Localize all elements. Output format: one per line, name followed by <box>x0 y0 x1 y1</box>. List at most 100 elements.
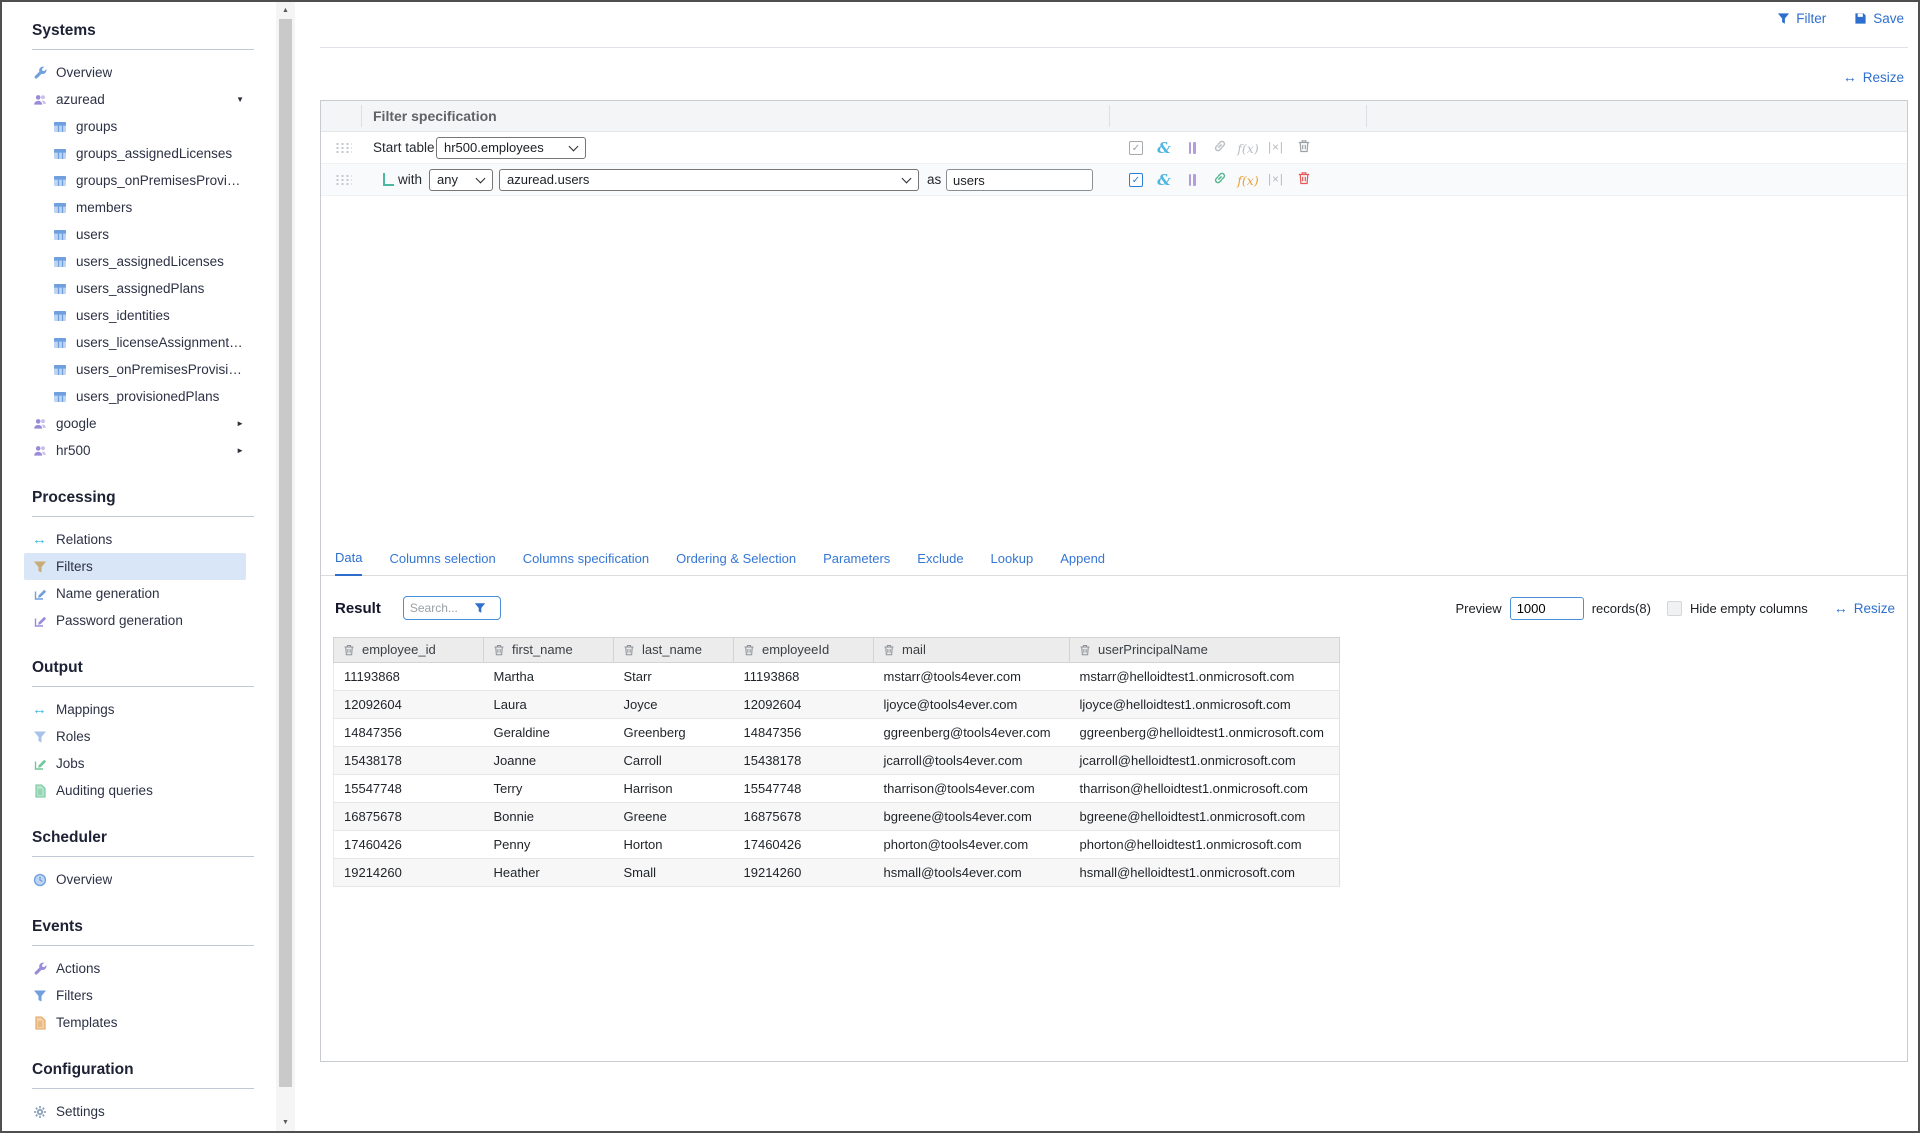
with-table-select[interactable]: azuread.users <box>499 169 919 191</box>
sidebar-item-variables[interactable]: Variables <box>24 1125 246 1131</box>
delete-row-button[interactable] <box>1296 140 1312 156</box>
sidebar-item-roles[interactable]: Roles <box>24 723 246 750</box>
chevron-down-icon[interactable]: ▼ <box>236 95 246 104</box>
sidebar-item-overview[interactable]: Overview <box>24 59 246 86</box>
sidebar-item-filters[interactable]: Filters <box>24 982 246 1009</box>
tab-columns-selection[interactable]: Columns selection <box>389 551 495 575</box>
scroll-up-icon[interactable]: ▲ <box>276 7 295 14</box>
sidebar-item-groups[interactable]: groups <box>24 113 246 140</box>
sidebar-item-label: users_provisionedPlans <box>76 389 219 404</box>
tab-exclude[interactable]: Exclude <box>917 551 963 575</box>
tab-ordering-selection[interactable]: Ordering & Selection <box>676 551 796 575</box>
sidebar-item-groups-assignedlicenses[interactable]: groups_assignedLicenses <box>24 140 246 167</box>
filter-button[interactable]: Filter <box>1777 11 1826 26</box>
sidebar-item-settings[interactable]: Settings <box>24 1098 246 1125</box>
row-enabled-checkbox[interactable]: ✓ <box>1128 140 1144 156</box>
pipe-button[interactable] <box>1184 140 1200 156</box>
preview-count-input[interactable] <box>1510 597 1584 620</box>
sidebar-item-label: Password generation <box>56 613 183 628</box>
filter-button-label: Filter <box>1796 11 1826 26</box>
search-input[interactable] <box>410 601 474 615</box>
tab-bar: Data Columns selection Columns specificati… <box>321 545 1907 576</box>
and-condition-button[interactable]: & <box>1156 140 1172 156</box>
sidebar-item-templates[interactable]: Templates <box>24 1009 246 1036</box>
trash-icon[interactable] <box>623 644 635 659</box>
sidebar-item-users[interactable]: users <box>24 221 246 248</box>
and-condition-button[interactable]: & <box>1156 172 1172 188</box>
sidebar-item-auditing-queries[interactable]: Auditing queries <box>24 777 246 804</box>
bounds-button[interactable]: |×| <box>1268 140 1284 156</box>
sidebar-scrollbar[interactable]: ▲ ▼ <box>276 2 295 1131</box>
table-cell: hsmall@tools4ever.com <box>874 859 1070 887</box>
sidebar-item-users-licenseassignmentstat-[interactable]: users_licenseAssignmentStat... <box>24 329 246 356</box>
sidebar-item-overview[interactable]: Overview <box>24 866 246 893</box>
drag-handle-icon[interactable] <box>335 174 352 186</box>
filter-row-with: with any azuread.users as ✓&f(x)|×| <box>321 164 1907 196</box>
scroll-down-icon[interactable]: ▼ <box>276 1119 295 1126</box>
hide-empty-columns-checkbox[interactable] <box>1667 601 1682 616</box>
table-cell: 17460426 <box>334 831 484 859</box>
delete-row-button[interactable] <box>1296 172 1312 188</box>
resize-link-result[interactable]: ↔ Resize <box>1834 600 1895 616</box>
drag-handle-icon[interactable] <box>335 142 352 154</box>
topbar: Filter Save <box>1777 11 1904 26</box>
sidebar-section-title: Processing <box>32 489 254 517</box>
table-cell: 19214260 <box>734 859 874 887</box>
sidebar-item-filters[interactable]: Filters <box>24 553 246 580</box>
sidebar-item-relations[interactable]: ↔Relations <box>24 526 246 553</box>
table-row: 16875678BonnieGreene16875678bgreene@tool… <box>334 803 1340 831</box>
sidebar-item-users-provisionedplans[interactable]: users_provisionedPlans <box>24 383 246 410</box>
sidebar-item-label: Auditing queries <box>56 783 153 798</box>
trash-icon <box>1297 171 1311 190</box>
function-button[interactable]: f(x) <box>1240 172 1256 188</box>
sidebar-item-users-onpremisesprovisionin-[interactable]: users_onPremisesProvisionin... <box>24 356 246 383</box>
table-icon <box>52 173 67 188</box>
tab-append[interactable]: Append <box>1060 551 1105 575</box>
trash-icon[interactable] <box>743 644 755 659</box>
sidebar-item-jobs[interactable]: Jobs <box>24 750 246 777</box>
start-table-select[interactable]: hr500.employees <box>436 137 586 159</box>
link-button[interactable] <box>1212 140 1228 156</box>
row-enabled-checkbox[interactable]: ✓ <box>1128 172 1144 188</box>
sidebar-item-google[interactable]: google► <box>24 410 246 437</box>
trash-icon[interactable] <box>883 644 895 659</box>
sidebar-item-members[interactable]: members <box>24 194 246 221</box>
table-cell: 16875678 <box>334 803 484 831</box>
enabled-checkbox: ✓ <box>1129 141 1143 155</box>
pipe-button[interactable] <box>1184 172 1200 188</box>
alias-input[interactable] <box>946 169 1093 191</box>
search-funnel-icon[interactable] <box>474 602 486 614</box>
sidebar-item-hr500[interactable]: hr500► <box>24 437 246 464</box>
resize-link-top[interactable]: ↔ Resize <box>1843 69 1904 85</box>
trash-icon[interactable] <box>493 644 505 659</box>
sidebar-item-password-generation[interactable]: Password generation <box>24 607 246 634</box>
save-button[interactable]: Save <box>1854 11 1904 26</box>
tab-parameters[interactable]: Parameters <box>823 551 890 575</box>
function-button[interactable]: f(x) <box>1240 140 1256 156</box>
bounds-button[interactable]: |×| <box>1268 172 1284 188</box>
sidebar-item-groups-onpremisesprovision-[interactable]: groups_onPremisesProvision... <box>24 167 246 194</box>
operator-select[interactable]: any <box>429 169 493 191</box>
sidebar-item-users-assignedlicenses[interactable]: users_assignedLicenses <box>24 248 246 275</box>
sidebar-item-actions[interactable]: Actions <box>24 955 246 982</box>
sidebar-item-azuread[interactable]: azuread▼ <box>24 86 246 113</box>
tab-columns-specification[interactable]: Columns specification <box>523 551 649 575</box>
chevron-right-icon[interactable]: ► <box>236 446 246 455</box>
trash-icon[interactable] <box>1079 644 1091 659</box>
scrollbar-thumb[interactable] <box>279 19 292 1087</box>
start-table-select-value: hr500.employees <box>444 140 544 155</box>
sidebar-item-mappings[interactable]: ↔Mappings <box>24 696 246 723</box>
tab-data[interactable]: Data <box>335 550 362 576</box>
sidebar-item-name-generation[interactable]: Name generation <box>24 580 246 607</box>
link-button[interactable] <box>1212 172 1228 188</box>
sidebar-item-users-identities[interactable]: users_identities <box>24 302 246 329</box>
table-cell: jcarroll@helloidtest1.onmicrosoft.com <box>1070 747 1340 775</box>
sidebar-item-users-assignedplans[interactable]: users_assignedPlans <box>24 275 246 302</box>
resize-link-label: Resize <box>1854 601 1895 616</box>
tab-lookup[interactable]: Lookup <box>991 551 1034 575</box>
trash-icon[interactable] <box>343 644 355 659</box>
sidebar-section-title: Systems <box>32 22 254 50</box>
sidebar-item-label: Relations <box>56 532 112 547</box>
sidebar-section: Processing↔RelationsFiltersName generati… <box>32 489 274 634</box>
chevron-right-icon[interactable]: ► <box>236 419 246 428</box>
